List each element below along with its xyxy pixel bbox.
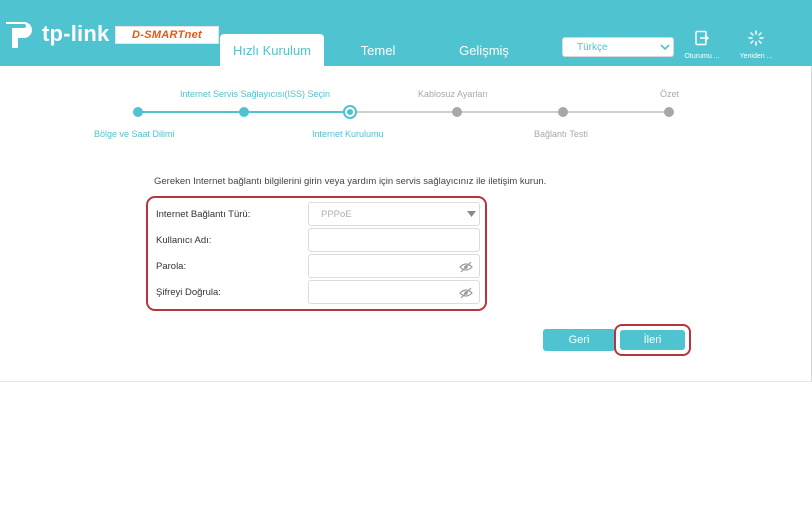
password-label: Parola: (156, 260, 187, 272)
language-select[interactable]: Türkçe (562, 37, 674, 57)
connection-type-select[interactable]: PPPoE (308, 202, 480, 226)
password-row: Parola: (156, 254, 481, 278)
step-dot-region (133, 107, 143, 117)
tp-link-logo: tp-link (0, 14, 109, 54)
connection-type-label: Internet Bağlantı Türü: (156, 208, 251, 220)
instruction-text: Gereken Internet bağlantı bilgilerini gi… (154, 176, 547, 187)
reboot-button[interactable]: Yeniden ... (730, 30, 782, 60)
connection-type-value: PPPoE (321, 208, 352, 220)
router-setup-page: tp-link D-SMARTnet Hızlı Kurulum Temel G… (0, 0, 812, 528)
password-input[interactable] (308, 254, 480, 278)
step-label-test: Bağlantı Testi (534, 129, 588, 139)
internet-settings-form: Internet Bağlantı Türü: PPPoE Kullanıcı … (146, 196, 487, 311)
tab-advanced[interactable]: Gelişmiş (450, 34, 518, 66)
step-dot-test (558, 107, 568, 117)
next-button-highlight: İleri (614, 324, 691, 356)
d-smart-logo: D-SMARTnet (115, 26, 219, 44)
d-smart-logo-text: D-SMARTnet (131, 29, 202, 41)
next-button[interactable]: İleri (620, 330, 685, 350)
logout-label: Oturumu ... (684, 53, 720, 60)
logout-icon (694, 30, 710, 51)
reboot-icon (748, 30, 764, 51)
tp-link-logo-text: tp-link (42, 21, 110, 46)
step-label-region: Bölge ve Saat Dilimi (94, 129, 175, 139)
confirm-password-input[interactable] (308, 280, 480, 304)
step-label-isp: Internet Servis Sağlayıcısı(ISS) Seçin (180, 89, 331, 99)
top-header: tp-link D-SMARTnet Hızlı Kurulum Temel G… (0, 0, 812, 66)
connection-type-row: Internet Bağlantı Türü: PPPoE (156, 202, 481, 226)
logout-button[interactable]: Oturumu ... (676, 30, 728, 60)
caret-down-icon (463, 211, 479, 217)
step-dot-summary (664, 107, 674, 117)
step-label-summary: Özet (660, 89, 680, 99)
chevron-down-icon (657, 38, 673, 56)
tp-link-logo-icon (0, 14, 40, 54)
step-dot-wireless (452, 107, 462, 117)
step-label-internet: Internet Kurulumu (312, 129, 384, 139)
username-input[interactable] (308, 228, 480, 252)
tab-basic[interactable]: Temel (345, 34, 411, 66)
username-row: Kullanıcı Adı: (156, 228, 481, 252)
language-select-value: Türkçe (577, 41, 608, 53)
eye-hidden-icon[interactable] (459, 260, 473, 274)
confirm-password-label: Şifreyi Doğrula: (156, 286, 221, 298)
step-label-wireless: Kablosuz Ayarları (418, 89, 488, 99)
back-button[interactable]: Geri (543, 329, 615, 351)
confirm-password-row: Şifreyi Doğrula: (156, 280, 481, 304)
quick-setup-panel: Internet Servis Sağlayıcısı(ISS) Seçin K… (0, 66, 812, 382)
stepper-remaining-line (350, 111, 670, 113)
eye-hidden-icon[interactable] (459, 286, 473, 300)
tab-quick-setup[interactable]: Hızlı Kurulum (220, 34, 324, 66)
reboot-label: Yeniden ... (739, 53, 773, 60)
step-dot-isp (239, 107, 249, 117)
username-label: Kullanıcı Adı: (156, 234, 212, 246)
step-dot-internet (343, 105, 357, 119)
